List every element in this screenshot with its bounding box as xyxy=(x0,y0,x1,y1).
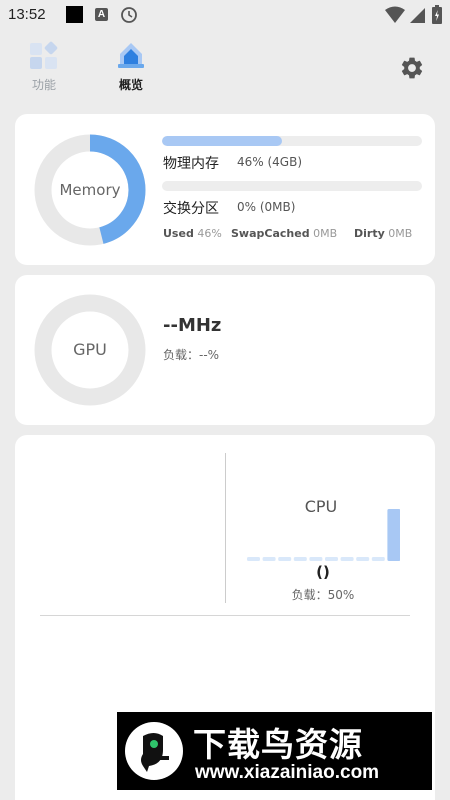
clock-icon xyxy=(121,7,137,23)
stat-used-value: 46% xyxy=(197,227,222,240)
cpu-name: () xyxy=(316,563,330,581)
swap-bar xyxy=(162,181,422,191)
gpu-load: 负载：--% xyxy=(163,348,220,362)
cpu-core-chart xyxy=(247,509,400,561)
stat-dirty-value: 0MB xyxy=(388,227,413,240)
watermark-title: 下载鸟资源 xyxy=(193,725,363,764)
stat-used-label: Used xyxy=(163,227,194,240)
stat-swapcached-value: 0MB xyxy=(313,227,338,240)
gpu-card[interactable]: GPU --MHz 负载：--% xyxy=(15,275,435,425)
physical-memory-bar xyxy=(162,136,422,146)
cpu-core-bar-8 xyxy=(371,557,385,561)
stat-used: Used 46% xyxy=(163,227,222,240)
swap-label: 交换分区 xyxy=(163,201,219,217)
nav-item-features[interactable]: 功能 xyxy=(14,40,74,93)
swap-value: 0% (0MB) xyxy=(237,200,296,214)
cpu-core-bar-1 xyxy=(262,557,276,561)
watermark-url: www.xiazainiao.com xyxy=(195,762,380,783)
cpu-core-bar-7 xyxy=(356,557,370,561)
cpu-core-bar-3 xyxy=(293,557,307,561)
status-bar: 13:52 A xyxy=(0,0,450,30)
nav-item-overview[interactable]: 概览 xyxy=(101,40,161,93)
app-notification-icon: A xyxy=(95,8,108,21)
stat-dirty-label: Dirty xyxy=(354,227,385,240)
stat-swapcached-label: SwapCached xyxy=(231,227,310,240)
status-time: 13:52 xyxy=(8,6,46,23)
home-icon xyxy=(118,43,144,68)
stat-swapcached: SwapCached 0MB xyxy=(231,227,337,240)
gpu-frequency: --MHz xyxy=(163,315,222,336)
top-navigation: 功能 概览 xyxy=(0,30,450,100)
cpu-core-bar-0 xyxy=(247,557,260,561)
cpu-core-bar-2 xyxy=(278,557,292,561)
physical-memory-value: 46% (4GB) xyxy=(237,155,303,169)
memory-card[interactable]: Memory 物理内存 46% (4GB) 交换分区 0% (0MB) Used… xyxy=(15,114,435,265)
memory-ring-label: Memory xyxy=(59,181,121,199)
bird-logo-icon xyxy=(125,722,183,780)
gpu-ring-label: GPU xyxy=(73,340,107,359)
physical-memory-label: 物理内存 xyxy=(163,156,219,172)
cpu-load: 负载：50% xyxy=(291,588,355,602)
watermark-banner: 下载鸟资源 www.xiazainiao.com xyxy=(117,712,432,790)
notification-square-icon xyxy=(66,6,83,23)
cpu-separator xyxy=(40,615,410,616)
wifi-icon xyxy=(385,6,405,23)
grid-diamond-icon xyxy=(30,41,58,69)
cpu-core-bar-9 xyxy=(387,509,400,561)
cpu-core-bar-5 xyxy=(325,557,338,561)
cpu-core-bar-4 xyxy=(309,557,323,561)
battery-icon xyxy=(432,5,442,24)
nav-item-features-label: 功能 xyxy=(31,78,56,92)
signal-icon xyxy=(410,8,425,23)
nav-item-overview-label: 概览 xyxy=(118,78,143,92)
physical-memory-bar-fill xyxy=(162,136,282,146)
cpu-divider xyxy=(225,453,226,603)
stat-dirty: Dirty 0MB xyxy=(354,227,412,240)
gear-icon[interactable] xyxy=(399,55,425,81)
cpu-core-bar-6 xyxy=(340,557,354,561)
